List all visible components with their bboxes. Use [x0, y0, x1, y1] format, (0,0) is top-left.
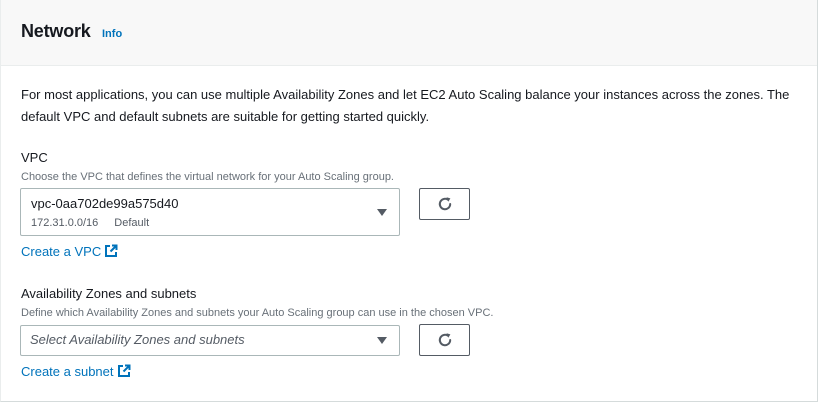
vpc-cidr: 172.31.0.0/16: [31, 217, 99, 229]
vpc-refresh-button[interactable]: [419, 188, 470, 220]
create-vpc-link[interactable]: Create a VPC: [21, 244, 118, 259]
vpc-label: VPC: [21, 150, 48, 165]
vpc-default-tag: Default: [114, 217, 150, 229]
section-description: For most applications, you can use multi…: [21, 87, 790, 124]
vpc-description: Choose the VPC that defines the virtual …: [21, 171, 394, 183]
subnets-label: Availability Zones and subnets: [21, 286, 197, 301]
vpc-selected-id: vpc-0aa702de99a575d40: [31, 196, 179, 211]
external-link-icon: [105, 244, 118, 257]
create-subnet-label: Create a subnet: [21, 364, 114, 379]
external-link-icon: [117, 364, 131, 377]
create-subnet-link[interactable]: Create a subnet: [21, 364, 131, 379]
panel-title: Network: [21, 21, 91, 41]
subnets-description: Define which Availability Zones and subn…: [21, 307, 494, 319]
create-vpc-label: Create a VPC: [21, 244, 102, 259]
panel-header: Network Info: [1, 0, 817, 66]
vpc-select[interactable]: vpc-0aa702de99a575d40 172.31.0.0/16 Defau…: [20, 188, 400, 236]
info-link[interactable]: Info: [102, 28, 122, 40]
refresh-icon: [438, 197, 452, 211]
subnets-refresh-button[interactable]: [419, 324, 470, 356]
caret-down-icon: [377, 209, 387, 216]
network-panel: Network Info For most applications, you …: [0, 0, 818, 402]
refresh-icon: [438, 333, 452, 347]
subnets-select[interactable]: Select Availability Zones and subnets: [20, 325, 400, 356]
subnets-placeholder: Select Availability Zones and subnets: [30, 332, 245, 347]
caret-down-icon: [377, 337, 387, 344]
vpc-selected-details: 172.31.0.0/16 Default: [31, 217, 149, 229]
